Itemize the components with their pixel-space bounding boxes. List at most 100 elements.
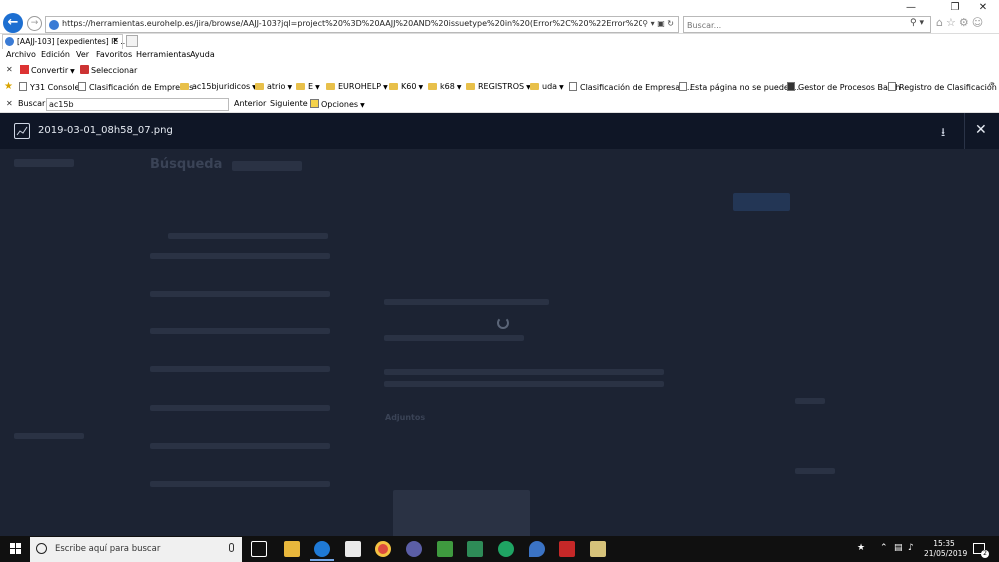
back-button[interactable]: ← <box>3 13 23 33</box>
favorites-bar: ★ Y31 Console Clasificación de Empresas … <box>0 79 999 96</box>
menu-ayuda[interactable]: Ayuda <box>190 50 215 59</box>
spreadsheet-icon[interactable] <box>467 541 483 557</box>
chat-icon[interactable] <box>498 541 514 557</box>
active-app-indicator <box>310 559 334 561</box>
browser-tab[interactable]: [AAJJ-103] [expedientes] IE ... ✕ <box>2 34 128 49</box>
browser-search-input[interactable] <box>687 19 887 31</box>
url-actions[interactable]: ⚲ ▾ ▣ ↻ <box>642 19 674 28</box>
restore-button[interactable]: ❐ <box>948 2 962 13</box>
dimmed-row <box>150 291 330 297</box>
fav-uda[interactable]: uda ▼ <box>530 82 564 91</box>
dimmed-detail <box>384 299 549 305</box>
new-tab-button[interactable] <box>126 35 138 47</box>
refresh-icon[interactable]: ↻ <box>667 19 674 28</box>
folder-icon <box>389 83 398 90</box>
close-window-button[interactable]: ✕ <box>976 2 990 13</box>
image-file-icon <box>14 123 30 139</box>
select-button[interactable]: Seleccionar <box>80 65 137 75</box>
windows-start-icon[interactable] <box>10 543 22 555</box>
fav-atrio[interactable]: atrio ▼ <box>255 82 292 91</box>
find-previous-button[interactable]: Anterior <box>234 99 266 108</box>
convert-toolbar: ✕ Convertir ▼ Seleccionar <box>0 62 999 79</box>
forward-button[interactable]: → <box>27 16 42 31</box>
fav-registros[interactable]: REGISTROS ▼ <box>466 82 531 91</box>
media-app-icon[interactable] <box>406 541 422 557</box>
folder-icon <box>296 83 305 90</box>
minimize-button[interactable]: — <box>904 2 918 13</box>
notepad-icon[interactable] <box>437 541 453 557</box>
clock-date: 21/05/2019 <box>924 549 968 558</box>
dimmed-row <box>168 233 328 239</box>
search-icon[interactable]: ⚲ <box>642 19 648 28</box>
find-options-button[interactable]: Opciones ▼ <box>310 99 365 109</box>
dimmed-detail <box>384 381 664 387</box>
dimmed-side-label <box>795 398 825 404</box>
download-icon[interactable]: ⭳ <box>941 123 945 144</box>
highlight-icon <box>310 99 319 108</box>
dimmed-row <box>150 405 330 411</box>
fav-k68[interactable]: k68 ▼ <box>428 82 461 91</box>
dimmed-row <box>150 366 330 372</box>
gear-icon[interactable]: ⚙ <box>959 16 972 29</box>
fav-registro-clasificacion[interactable]: Registro de Clasificación <box>888 82 997 92</box>
file-explorer-icon[interactable] <box>284 541 300 557</box>
volume-icon[interactable]: ♪ <box>908 543 914 553</box>
internet-explorer-icon[interactable] <box>314 541 330 557</box>
find-next-button[interactable]: Siguiente <box>270 99 308 108</box>
menu-herramientas[interactable]: Herramientas <box>136 50 191 59</box>
network-icon[interactable]: ▤ <box>894 543 903 553</box>
close-toolbar-icon[interactable]: ✕ <box>6 65 13 74</box>
fav-gestor-procesos-batch[interactable]: Gestor de Procesos Batch <box>787 82 900 92</box>
fav-clasificacion-empresas-2[interactable]: Clasificación de Empresas... <box>569 82 692 92</box>
fav-clasificacion-empresas[interactable]: Clasificación de Empresas <box>78 82 193 92</box>
search-icon[interactable]: ⚲ ▾ <box>910 18 924 28</box>
dimmed-section-title: Adjuntos <box>385 413 426 422</box>
convert-button[interactable]: Convertir ▼ <box>20 65 75 75</box>
menu-archivo[interactable]: Archivo <box>6 50 36 59</box>
smiley-icon[interactable]: ☺ <box>972 16 986 29</box>
task-view-icon[interactable] <box>251 541 267 557</box>
fav-e[interactable]: E ▼ <box>296 82 320 91</box>
browser-search-box[interactable]: ⚲ ▾ <box>683 16 931 33</box>
fav-ac15bjuridicos[interactable]: ac15bjuridicos▼ <box>180 82 257 91</box>
menu-ver[interactable]: Ver <box>76 50 89 59</box>
close-tab-icon[interactable]: ✕ <box>112 36 119 45</box>
favorites-star-icon[interactable]: ★ <box>4 81 13 92</box>
close-find-bar-icon[interactable]: ✕ <box>6 99 13 108</box>
dimmed-row <box>150 481 330 487</box>
fav-esta-pagina[interactable]: Esta página no se puede ... <box>679 82 799 92</box>
tools-app-icon[interactable] <box>559 541 575 557</box>
lock-icon[interactable]: ▣ <box>657 19 665 28</box>
tray-chevron-icon[interactable]: ⌃ <box>880 543 888 553</box>
fav-k60[interactable]: K60 ▼ <box>389 82 423 91</box>
dimmed-detail <box>384 335 524 341</box>
cortana-icon <box>36 543 47 554</box>
dimmed-side-label <box>795 468 835 474</box>
more-favorites-chevron-icon[interactable]: » <box>990 79 995 88</box>
favorites-star-icon[interactable]: ☆ <box>946 16 959 29</box>
home-icon[interactable]: ⌂ <box>936 16 946 29</box>
url-field[interactable]: https://herramientas.eurohelp.es/jira/br… <box>45 16 679 33</box>
taskbar-search-box[interactable]: Escribe aquí para buscar <box>30 537 242 562</box>
people-icon[interactable]: ★ <box>857 543 865 553</box>
chrome-icon[interactable] <box>375 541 391 557</box>
url-text[interactable]: https://herramientas.eurohelp.es/jira/br… <box>62 19 642 28</box>
fav-eurohelp[interactable]: EUROHELP ▼ <box>326 82 388 91</box>
image-viewer-header: 2019-03-01_08h58_07.png ⭳ ✕ <box>0 113 999 149</box>
batch-icon <box>787 82 795 91</box>
maps-icon[interactable] <box>529 541 545 557</box>
close-viewer-icon[interactable]: ✕ <box>975 122 987 138</box>
fav-y31-console[interactable]: Y31 Console <box>19 82 79 92</box>
page-icon <box>888 82 896 91</box>
menu-edicion[interactable]: Edición <box>41 50 70 59</box>
find-input[interactable] <box>46 98 229 111</box>
microphone-icon[interactable] <box>229 543 234 552</box>
dimmed-row <box>150 328 330 334</box>
dropdown-caret-icon[interactable]: ▾ <box>651 19 655 28</box>
notes-app-icon[interactable] <box>590 541 606 557</box>
taskbar-clock[interactable]: 15:35 21/05/2019 <box>924 539 968 559</box>
store-icon[interactable] <box>345 541 361 557</box>
pdf-icon <box>20 65 29 74</box>
page-icon <box>78 82 86 91</box>
menu-favoritos[interactable]: Favoritos <box>96 50 132 59</box>
